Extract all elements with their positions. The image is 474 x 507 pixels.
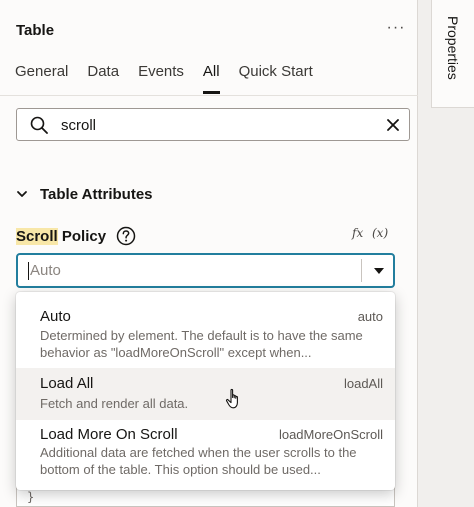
tab-general[interactable]: General xyxy=(15,62,68,94)
search-box[interactable] xyxy=(16,108,410,141)
scroll-policy-label: Scroll Policy xyxy=(16,226,136,246)
tab-divider xyxy=(0,95,418,96)
search-input[interactable] xyxy=(61,115,361,135)
select-value: Auto xyxy=(28,262,61,280)
tab-data[interactable]: Data xyxy=(87,62,119,94)
side-tab-label: Properties xyxy=(445,16,461,80)
hand-cursor-icon xyxy=(225,388,238,409)
chevron-down-icon xyxy=(17,191,27,197)
tab-bar: General Data Events All Quick Start xyxy=(15,62,332,96)
option-auto[interactable]: Auto auto Determined by element. The def… xyxy=(16,292,395,368)
tab-events[interactable]: Events xyxy=(138,62,184,94)
scroll-policy-select[interactable]: Auto xyxy=(16,253,395,288)
option-value: auto xyxy=(357,309,383,324)
variable-icon[interactable]: (x) xyxy=(372,226,388,240)
option-description: Fetch and render all data. xyxy=(40,396,189,411)
help-circle-icon[interactable] xyxy=(116,226,136,246)
select-divider xyxy=(361,259,362,282)
close-icon[interactable] xyxy=(385,117,401,133)
more-options-button[interactable]: ··· xyxy=(382,18,410,42)
section-header-table-attributes[interactable]: Table Attributes xyxy=(16,184,153,204)
option-description: Additional data are fetched when the use… xyxy=(40,445,357,477)
caret-down-icon[interactable] xyxy=(374,268,384,274)
scroll-policy-dropdown: Auto auto Determined by element. The def… xyxy=(16,292,395,490)
option-load-more-on-scroll[interactable]: Load More On Scroll loadMoreOnScroll Add… xyxy=(16,420,395,490)
option-load-all[interactable]: Load All loadAll Fetch and render all da… xyxy=(16,368,395,420)
tab-quick-start[interactable]: Quick Start xyxy=(239,62,313,94)
side-rail: Properties xyxy=(431,0,474,507)
option-title: Load More On Scroll xyxy=(40,426,178,443)
label-rest: Policy xyxy=(57,227,107,245)
tab-all[interactable]: All xyxy=(202,62,220,94)
fx-icon[interactable]: fx xyxy=(352,226,363,240)
side-tab-properties[interactable]: Properties xyxy=(431,0,474,108)
search-icon xyxy=(30,116,48,134)
label-highlight: Scroll xyxy=(16,227,58,245)
section-label: Table Attributes xyxy=(40,185,153,203)
option-title: Auto xyxy=(40,308,71,325)
panel-title: Table xyxy=(16,22,55,39)
option-title: Load All xyxy=(40,375,94,392)
properties-panel: Table ··· General Data Events All Quick … xyxy=(0,0,418,507)
closing-brace: } xyxy=(27,490,35,504)
option-value: loadAll xyxy=(343,376,383,391)
option-value: loadMoreOnScroll xyxy=(278,427,383,442)
option-description: Determined by element. The default is to… xyxy=(40,328,363,360)
